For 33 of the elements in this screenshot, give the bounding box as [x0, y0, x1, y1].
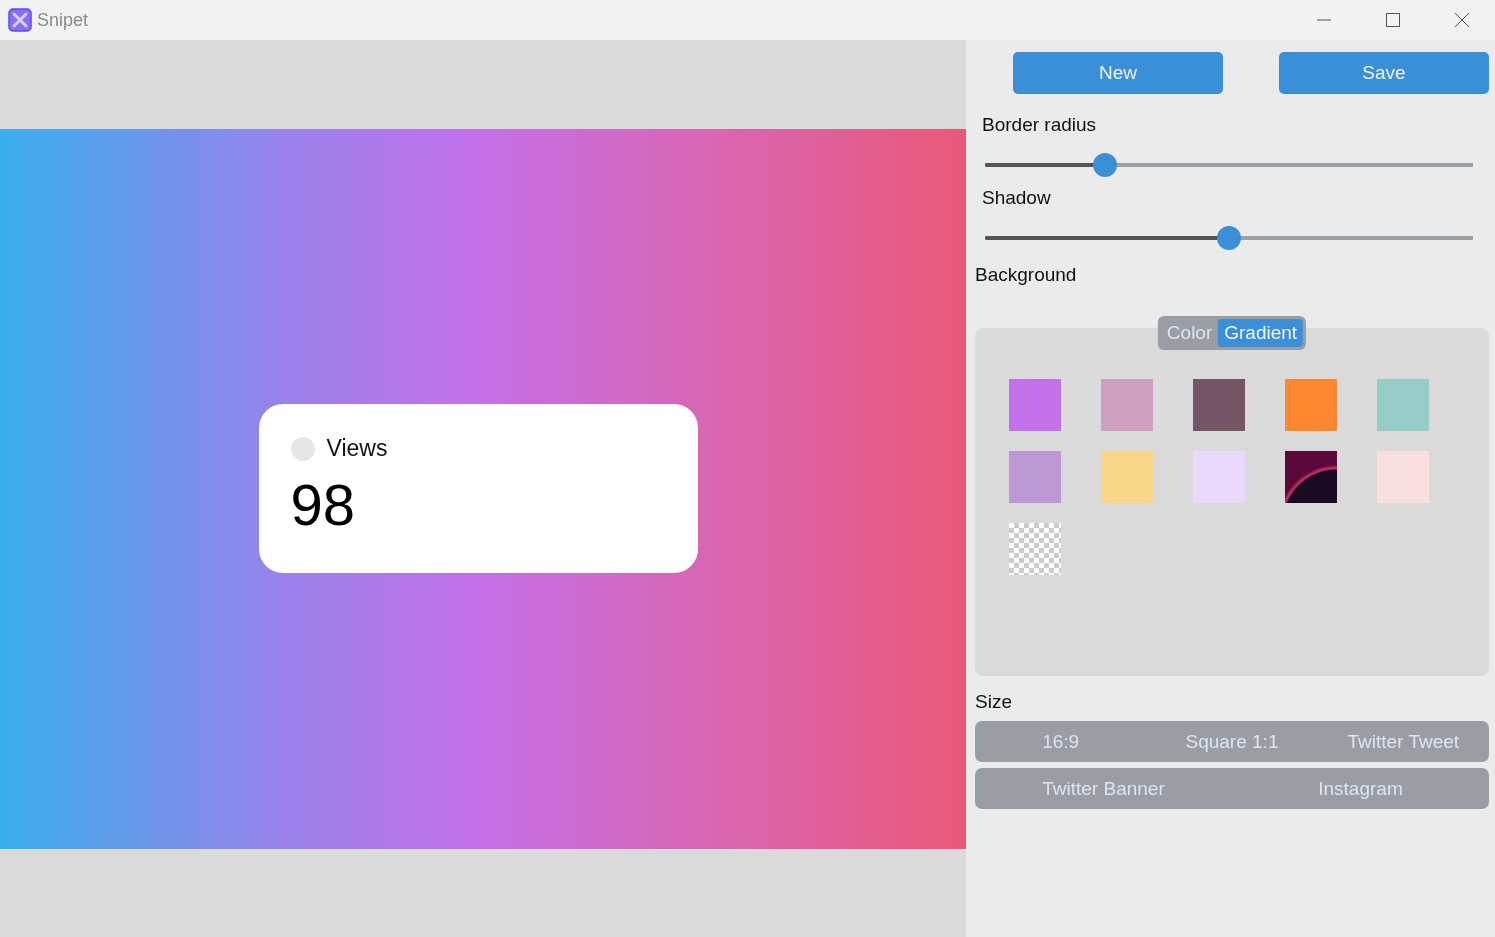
color-swatch[interactable]	[1101, 451, 1153, 503]
section-label: Size	[975, 691, 1013, 713]
size-option[interactable]: 16:9	[975, 721, 1147, 762]
tab[interactable]: Color	[1160, 319, 1219, 347]
size-option[interactable]: Square 1:1	[1146, 721, 1318, 762]
color-swatch[interactable]	[1009, 451, 1061, 503]
size-option[interactable]: Twitter Banner	[975, 768, 1232, 809]
size-option[interactable]: Instagram	[1232, 768, 1489, 809]
slider-thumb[interactable]	[1092, 153, 1117, 177]
transparent-swatch[interactable]	[1009, 523, 1061, 575]
color-swatch[interactable]	[1377, 379, 1429, 431]
section-label: Background	[975, 264, 1078, 286]
close-icon[interactable]	[1454, 12, 1470, 28]
color-swatch[interactable]	[1101, 379, 1153, 431]
action-button[interactable]: New	[1013, 52, 1223, 94]
slider-label: Shadow	[982, 187, 1052, 209]
circle-icon	[290, 436, 315, 461]
slider-thumb[interactable]	[1217, 226, 1241, 250]
maximize-icon[interactable]	[1385, 12, 1401, 28]
tab[interactable]: Gradient	[1218, 319, 1304, 347]
card-label: Views	[326, 435, 388, 462]
size-option[interactable]: Twitter Tweet	[1317, 721, 1489, 762]
color-swatch[interactable]	[1193, 379, 1245, 431]
color-swatch[interactable]	[1285, 379, 1337, 431]
image-swatch[interactable]	[1285, 451, 1337, 503]
card-value: 98	[290, 476, 356, 534]
action-button[interactable]: Save	[1279, 52, 1489, 94]
slider-label: Border radius	[982, 114, 1098, 136]
color-swatch[interactable]	[1193, 451, 1245, 503]
window-title: Snipet	[37, 9, 89, 31]
color-swatch[interactable]	[1009, 379, 1061, 431]
app-logo-icon	[8, 8, 32, 32]
color-swatch[interactable]	[1377, 451, 1429, 503]
